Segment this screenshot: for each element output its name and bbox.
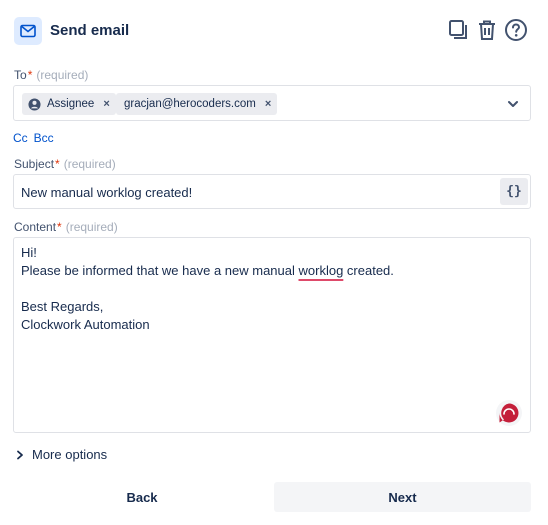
back-button[interactable]: Back [13, 482, 271, 512]
to-label-text: To [14, 68, 27, 82]
help-icon[interactable] [503, 17, 529, 43]
required-mark: * [27, 68, 33, 82]
trash-icon[interactable] [474, 17, 500, 43]
content-line: Hi! [21, 245, 37, 260]
required-hint: (required) [63, 157, 116, 171]
more-options-label: More options [32, 447, 108, 462]
content-label-text: Content [14, 220, 57, 234]
content-line: Please be informed that we have a new ma… [21, 263, 299, 278]
page-title: Send email [50, 22, 130, 39]
to-field[interactable]: Assignee × gracjan@herocoders.com × [13, 85, 531, 121]
subject-label: Subject* (required) [14, 157, 116, 171]
recipient-label: Assignee [47, 98, 95, 110]
bcc-link[interactable]: Bcc [34, 131, 54, 145]
user-icon [28, 97, 41, 111]
recipient-label: gracjan@herocoders.com [124, 98, 256, 110]
required-mark: * [57, 220, 62, 234]
content-label: Content* (required) [14, 220, 118, 234]
content-textarea[interactable]: Hi! Please be informed that we have a ne… [13, 237, 531, 433]
required-hint: (required) [65, 220, 118, 234]
subject-value: New manual worklog created! [21, 185, 193, 200]
misspelled-word[interactable]: worklog [299, 263, 344, 278]
more-options-toggle[interactable]: More options [16, 447, 107, 462]
recipient-chip-assignee: Assignee × [22, 93, 116, 115]
required-mark: * [55, 157, 60, 171]
required-hint: (required) [36, 68, 89, 82]
subject-label-text: Subject [14, 157, 55, 171]
cc-link[interactable]: Cc [13, 131, 28, 145]
subject-input[interactable]: New manual worklog created! {} [13, 174, 531, 209]
header: Send email [14, 16, 534, 46]
next-button[interactable]: Next [274, 482, 531, 512]
cc-bcc-links: Cc Bcc [13, 131, 60, 145]
remove-recipient-button[interactable]: × [265, 98, 271, 110]
content-line: created. [343, 263, 394, 278]
chevron-down-icon[interactable] [506, 97, 520, 111]
grammar-assistant-icon[interactable] [496, 400, 522, 426]
chevron-right-icon [17, 450, 23, 459]
to-label: To* (required) [14, 68, 88, 82]
insert-variable-button[interactable]: {} [500, 178, 528, 205]
recipient-chip-email: gracjan@herocoders.com × [116, 93, 278, 115]
content-line: Best Regards, [21, 299, 104, 314]
content-line: Clockwork Automation [21, 317, 150, 332]
mail-icon [14, 17, 42, 45]
content-body: Hi! Please be informed that we have a ne… [21, 244, 394, 334]
duplicate-icon[interactable] [445, 17, 471, 43]
remove-recipient-button[interactable]: × [103, 98, 109, 110]
